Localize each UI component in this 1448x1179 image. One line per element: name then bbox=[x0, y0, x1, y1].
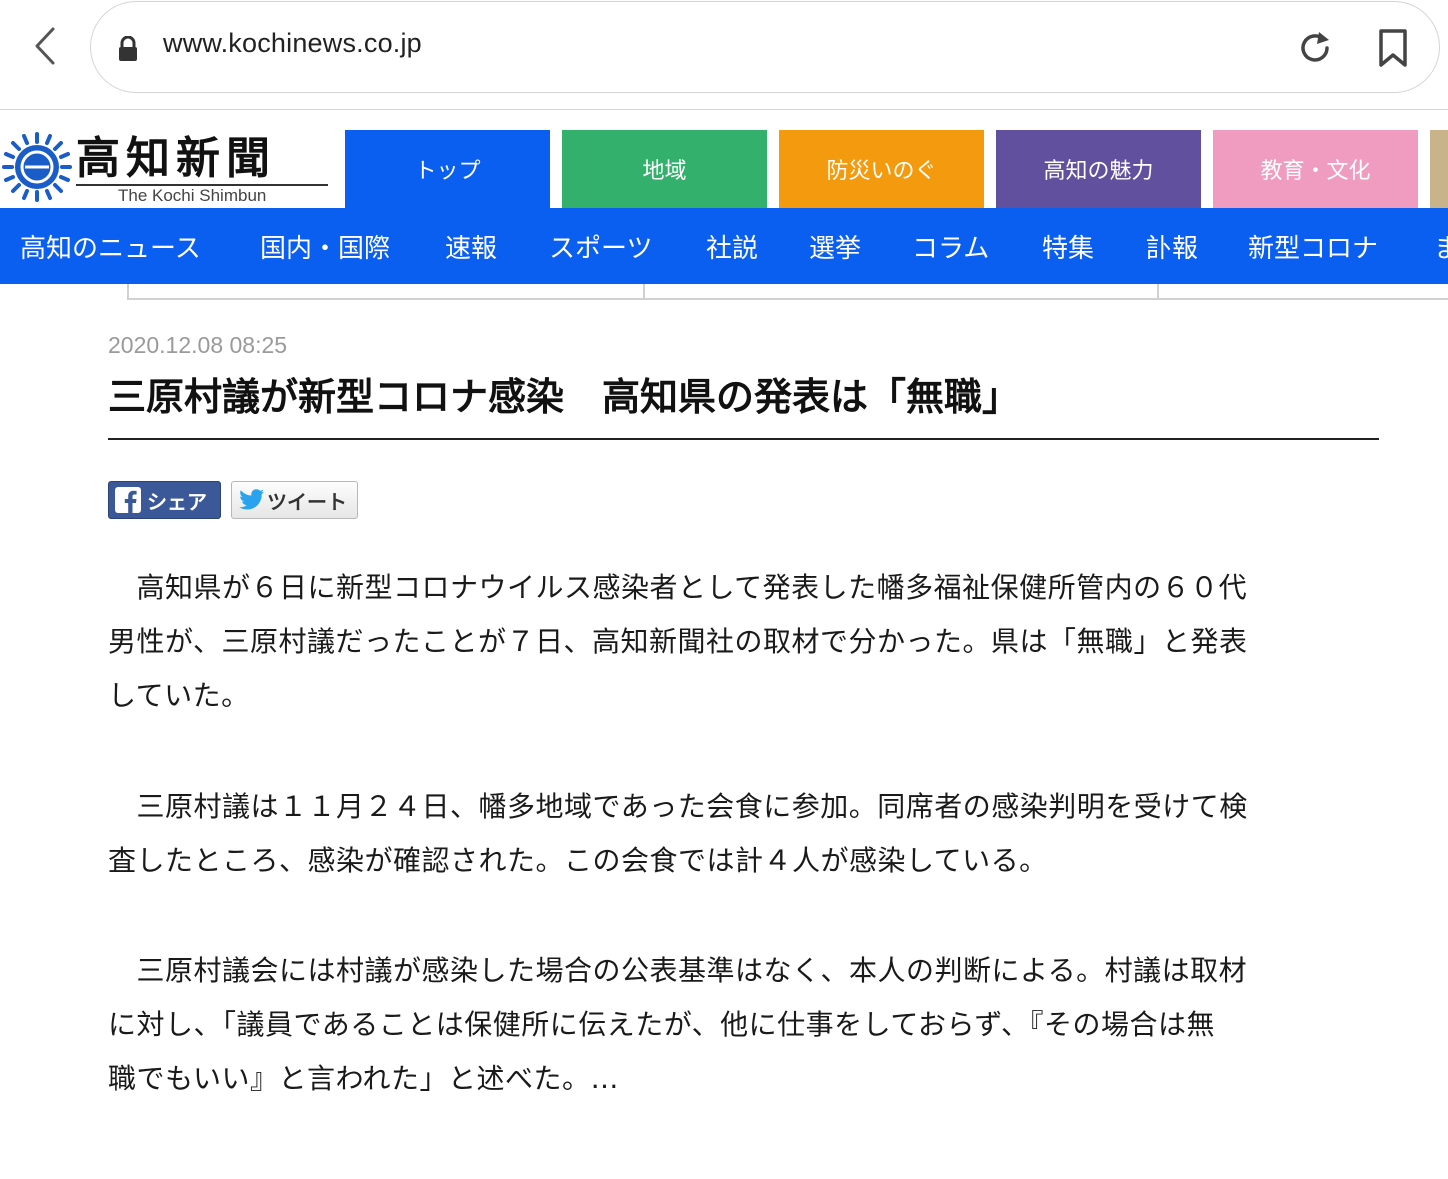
nav-item-election[interactable]: 選挙 bbox=[809, 208, 861, 284]
article-paragraph: 三原村議は１１月２４日、幡多地域であった会食に参加。同席者の感染判明を受けて検 … bbox=[108, 780, 1368, 888]
category-tab-top[interactable]: トップ bbox=[345, 130, 550, 208]
paragraph-line: していた。 bbox=[108, 679, 250, 712]
paragraph-line: 査したところ、感染が確認された。この会食では計４人が感染している。 bbox=[108, 844, 1048, 877]
category-tab-label: 高知の魅力 bbox=[1043, 159, 1154, 184]
nav-item-sports[interactable]: スポーツ bbox=[549, 208, 652, 284]
twitter-tweet-label: ツイート bbox=[267, 489, 347, 514]
chevron-left-icon bbox=[35, 27, 55, 65]
article-title: 三原村議が新型コロナ感染 高知県の発表は「無職」 bbox=[108, 375, 1021, 419]
nav-item-column[interactable]: コラム bbox=[912, 208, 989, 284]
nav-item-more[interactable]: ま bbox=[1434, 208, 1448, 284]
facebook-share-button[interactable]: シェア bbox=[108, 481, 221, 519]
twitter-bird-icon bbox=[239, 489, 264, 510]
nav-item-obituary[interactable]: 訃報 bbox=[1146, 208, 1198, 284]
nav-item-national[interactable]: 国内・国際 bbox=[260, 208, 390, 284]
address-bar[interactable]: www.kochinews.co.jp bbox=[90, 1, 1440, 93]
article-paragraph: 三原村議会には村議が感染した場合の公表基準はなく、本人の判断による。村議は取材 … bbox=[108, 944, 1368, 1106]
main-nav: 高知のニュース 国内・国際 速報 スポーツ 社説 選挙 コラム 特集 訃報 新型… bbox=[0, 208, 1448, 284]
emblem-icon bbox=[2, 132, 72, 202]
browser-toolbar: www.kochinews.co.jp bbox=[0, 0, 1448, 110]
logo-text-en: The Kochi Shimbun bbox=[118, 186, 267, 205]
nav-item-editorial[interactable]: 社説 bbox=[706, 208, 758, 284]
nav-item-breaking[interactable]: 速報 bbox=[445, 208, 497, 284]
nav-dropdown-edge bbox=[0, 284, 1448, 302]
bookmark-icon[interactable] bbox=[1377, 28, 1409, 68]
article-paragraph: 高知県が６日に新型コロナウイルス感染者として発表した幡多福祉保健所管内の６０代 … bbox=[108, 561, 1368, 723]
paragraph-line: 三原村議は１１月２４日、幡多地域であった会食に参加。同席者の感染判明を受けて検 bbox=[108, 790, 1248, 823]
logo-text-jp: 高知新聞 bbox=[76, 133, 276, 184]
paragraph-line: 職でもいい』と言われた」と述べた。… bbox=[108, 1062, 620, 1095]
category-tab-region[interactable]: 地域 bbox=[562, 130, 767, 208]
paragraph-line: 高知県が６日に新型コロナウイルス感染者として発表した幡多福祉保健所管内の６０代 bbox=[108, 571, 1248, 604]
category-tab-education[interactable]: 教育・文化 bbox=[1213, 130, 1418, 208]
reload-icon[interactable] bbox=[1295, 28, 1335, 68]
article-timestamp: 2020.12.08 08:25 bbox=[108, 332, 288, 358]
category-tab-appeal[interactable]: 高知の魅力 bbox=[996, 130, 1201, 208]
twitter-tweet-button[interactable]: ツイート bbox=[231, 481, 358, 519]
category-tab-overflow[interactable] bbox=[1430, 130, 1448, 208]
paragraph-line: 男性が、三原村議だったことが７日、高知新聞社の取材で分かった。県は「無職」と発表 bbox=[108, 625, 1248, 658]
paragraph-line: 三原村議会には村議が感染した場合の公表基準はなく、本人の判断による。村議は取材 bbox=[108, 954, 1248, 987]
category-tab-label: 地域 bbox=[642, 159, 687, 184]
nav-item-coronavirus[interactable]: 新型コロナ bbox=[1248, 208, 1378, 284]
facebook-icon bbox=[115, 487, 141, 513]
paragraph-line: に対し、「議員であることは保健所に伝えたが、他に仕事をしておらず、『その場合は無 bbox=[108, 1008, 1215, 1041]
url-text[interactable]: www.kochinews.co.jp bbox=[163, 28, 422, 59]
nav-item-feature[interactable]: 特集 bbox=[1042, 208, 1094, 284]
category-tab-label: トップ bbox=[414, 159, 481, 184]
nav-item-local-news[interactable]: 高知のニュース bbox=[20, 208, 201, 284]
title-divider bbox=[108, 438, 1379, 440]
facebook-share-label: シェア bbox=[147, 489, 207, 514]
lock-icon bbox=[119, 36, 137, 61]
category-tab-disaster[interactable]: 防災いのぐ bbox=[779, 130, 984, 208]
back-button[interactable] bbox=[28, 24, 62, 68]
category-tab-label: 教育・文化 bbox=[1260, 159, 1371, 184]
site-logo[interactable]: 高知新聞 The Kochi Shimbun bbox=[0, 130, 340, 208]
category-tab-label: 防災いのぐ bbox=[826, 159, 937, 184]
